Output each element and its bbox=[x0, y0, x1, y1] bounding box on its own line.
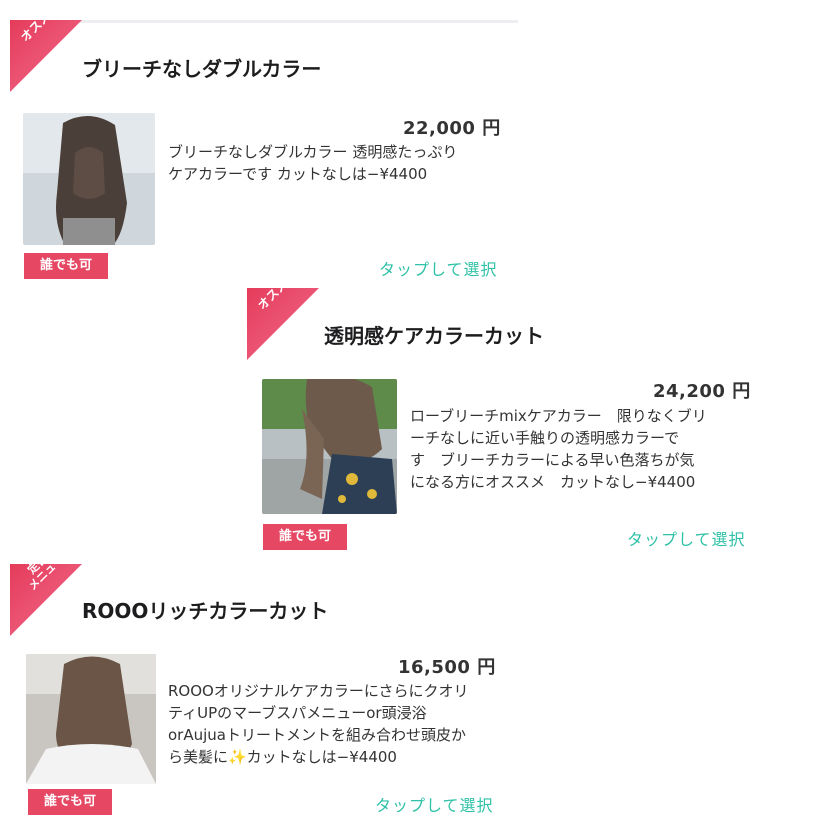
menu-card-2[interactable]: オススメ 透明感ケアカラーカット 24,200 円 ローブリーチmixケアカラー… bbox=[247, 269, 767, 556]
anyone-ok-badge: 誰でも可 bbox=[28, 789, 112, 815]
anyone-ok-badge: 誰でも可 bbox=[263, 524, 347, 550]
menu-card-3[interactable]: 定番 メニュー ROOOリッチカラーカット 16,500 円 ROOOオリジナル… bbox=[10, 552, 518, 826]
tap-to-select-button[interactable]: タップして選択 bbox=[375, 792, 494, 816]
menu-thumbnail bbox=[26, 654, 156, 784]
menu-description: ローブリーチmixケアカラー 限りなくブリ ーチなしに近い手触りの透明感カラーで… bbox=[410, 407, 707, 491]
anyone-ok-badge: 誰でも可 bbox=[24, 253, 108, 279]
menu-title: ブリーチなしダブルカラー bbox=[82, 57, 322, 81]
menu-card-1[interactable]: オススメ ブリーチなしダブルカラー 22,000 円 ブリーチなしダブルカラー … bbox=[10, 1, 518, 282]
menu-price: 16,500 円 bbox=[398, 657, 496, 678]
menu-title: ROOOリッチカラーカット bbox=[82, 599, 329, 623]
card-divider bbox=[10, 20, 518, 23]
menu-price: 24,200 円 bbox=[653, 381, 751, 402]
menu-thumbnail bbox=[23, 113, 155, 245]
menu-thumbnail bbox=[262, 379, 397, 514]
tap-to-select-button[interactable]: タップして選択 bbox=[379, 256, 498, 280]
menu-description: ROOOオリジナルケアカラーにさらにクオリ ティUPのマーブスパメニューor頭浸… bbox=[168, 682, 469, 766]
menu-description: ブリーチなしダブルカラー 透明感たっぷり ケアカラーです カットなしは−¥440… bbox=[168, 143, 458, 183]
menu-title: 透明感ケアカラーカット bbox=[324, 324, 544, 348]
menu-price: 22,000 円 bbox=[403, 118, 501, 139]
tap-to-select-button[interactable]: タップして選択 bbox=[627, 526, 746, 550]
